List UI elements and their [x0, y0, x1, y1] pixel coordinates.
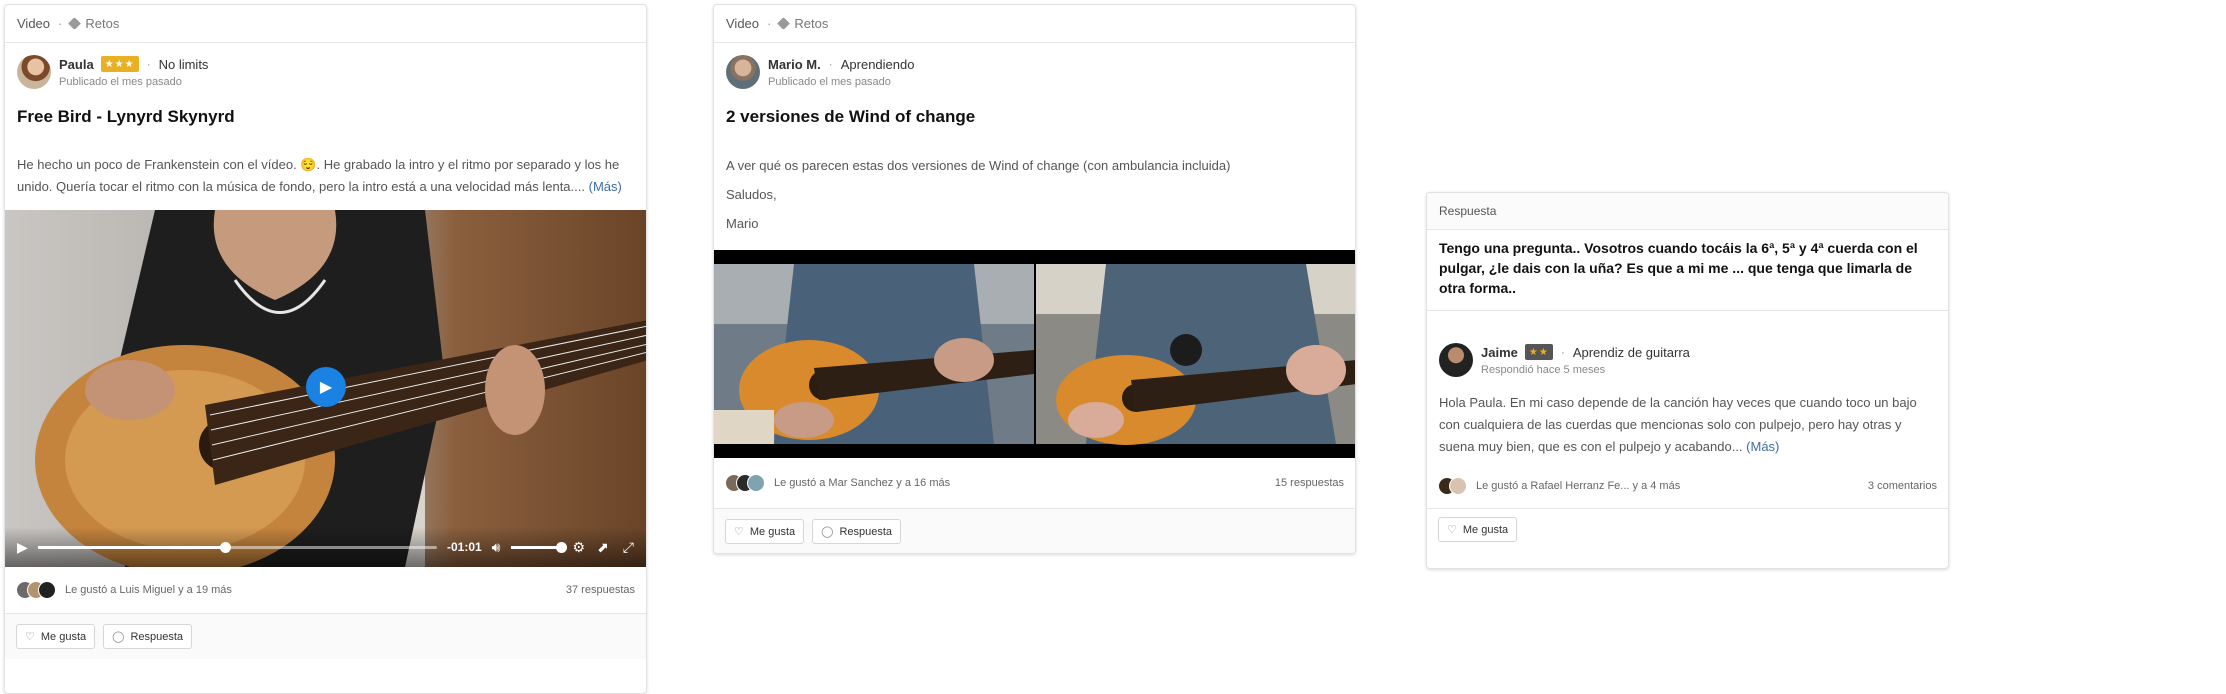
likers[interactable]: Le gustó a Rafael Herranz Fe... y a 4 má…	[1438, 477, 1680, 495]
post-author: Paula ★★★ · No limits Publicado el mes p…	[5, 43, 646, 95]
external-link-icon[interactable]: ⬈	[597, 539, 609, 556]
reply-body: Hola Paula. En mi caso depende de la can…	[1427, 392, 1948, 458]
breadcrumb: Video · Retos	[5, 5, 646, 43]
play-icon[interactable]: ▶	[17, 539, 28, 556]
avatar[interactable]	[17, 55, 51, 89]
liker-avatar	[38, 581, 56, 599]
video-scrubber[interactable]	[37, 541, 437, 553]
breadcrumb: Video · Retos	[714, 5, 1355, 43]
author-name[interactable]: Jaime	[1481, 345, 1518, 360]
breadcrumb-tag[interactable]: Retos	[794, 16, 828, 31]
post-card-paula: Video · Retos Paula ★★★ · No limits Publ…	[4, 4, 647, 694]
heart-icon: ♡	[1447, 524, 1457, 536]
post-stats: Le gustó a Luis Miguel y a 19 más 37 res…	[5, 567, 646, 613]
post-author: Mario M. · Aprendiendo Publicado el mes …	[714, 43, 1355, 95]
post-body-line: A ver qué os parecen estas dos versiones…	[726, 158, 1231, 173]
breadcrumb-section[interactable]: Video	[17, 16, 50, 31]
time-remaining: -01:01	[446, 540, 482, 554]
reply-actions: ♡ Me gusta	[1427, 508, 1948, 550]
likers[interactable]: Le gustó a Mar Sanchez y a 16 más	[725, 474, 950, 492]
post-body-line: Saludos,	[726, 187, 777, 202]
post-actions: ♡ Me gusta ◯ Respuesta	[5, 613, 646, 659]
separator-dot: ·	[146, 57, 151, 71]
likes-text[interactable]: Le gustó a Rafael Herranz Fe... y a 4 má…	[1476, 480, 1680, 492]
like-button-label: Me gusta	[40, 630, 87, 643]
reply-stats: Le gustó a Rafael Herranz Fe... y a 4 má…	[1427, 464, 1948, 508]
post-body: He hecho un poco de Frankenstein con el …	[5, 154, 646, 198]
separator-dot: ·	[1560, 345, 1565, 359]
avatar[interactable]	[726, 55, 760, 89]
comment-icon: ◯	[821, 526, 834, 538]
post-body-text: He hecho un poco de Frankenstein con el …	[17, 157, 620, 194]
replies-count[interactable]: 37 respuestas	[566, 584, 635, 596]
reply-body-text: Hola Paula. En mi caso depende de la can…	[1439, 395, 1917, 454]
more-link[interactable]: (Más)	[589, 179, 622, 194]
comments-count[interactable]: 3 comentarios	[1868, 480, 1937, 492]
likes-text[interactable]: Le gustó a Luis Miguel y a 19 más	[65, 584, 232, 596]
volume-icon[interactable]: 🔊︎	[492, 539, 501, 556]
question-text[interactable]: Tengo una pregunta.. Vosotros cuando toc…	[1427, 230, 1948, 311]
reply-button-label: Respuesta	[839, 525, 893, 538]
volume-slider[interactable]	[510, 541, 567, 553]
reply-button[interactable]: ◯ Respuesta	[812, 519, 902, 544]
likes-text[interactable]: Le gustó a Mar Sanchez y a 16 más	[774, 477, 950, 489]
separator-dot: ·	[828, 57, 833, 71]
video-player[interactable]	[714, 250, 1355, 458]
reply-author: Jaime ★★ · Aprendiz de guitarra Respondi…	[1427, 311, 1948, 383]
avatar[interactable]	[1439, 343, 1473, 377]
author-name[interactable]: Paula	[59, 57, 94, 72]
fullscreen-icon[interactable]: ⤢	[623, 539, 634, 556]
liker-avatar	[747, 474, 765, 492]
post-date: Publicado el mes pasado	[768, 76, 891, 88]
author-rank: Aprendiz de guitarra	[1572, 344, 1690, 360]
like-button[interactable]: ♡ Me gusta	[725, 519, 805, 544]
author-rank: No limits	[158, 56, 209, 72]
like-button[interactable]: ♡ Me gusta	[16, 624, 96, 649]
breadcrumb-tag[interactable]: Retos	[85, 16, 119, 31]
video-player[interactable]: ▶ ▶ -01:01 🔊︎ ⚙︎ ⬈ ⤢	[5, 210, 646, 567]
post-date: Publicado el mes pasado	[59, 76, 182, 88]
liker-avatar	[1449, 477, 1467, 495]
tag-icon	[777, 17, 791, 30]
like-button[interactable]: ♡ Me gusta	[1438, 517, 1518, 542]
post-title[interactable]: 2 versiones de Wind of change	[714, 95, 1355, 127]
volume-handle[interactable]	[555, 541, 567, 553]
scrubber-handle[interactable]	[220, 541, 232, 553]
author-name[interactable]: Mario M.	[768, 57, 821, 72]
post-title[interactable]: Free Bird - Lynyrd Skynyrd	[5, 95, 646, 127]
heart-icon: ♡	[734, 526, 744, 538]
level-badge: ★★★	[100, 56, 139, 72]
post-body-line: Mario	[726, 216, 759, 231]
post-stats: Le gustó a Mar Sanchez y a 16 más 15 res…	[714, 458, 1355, 508]
play-icon[interactable]: ▶	[306, 367, 346, 407]
reply-date: Respondió hace 5 meses	[1481, 364, 1606, 376]
replies-count[interactable]: 15 respuestas	[1275, 477, 1344, 489]
video-controls: ▶ -01:01 🔊︎ ⚙︎ ⬈ ⤢	[5, 527, 646, 567]
post-body: A ver qué os parecen estas dos versiones…	[714, 151, 1355, 238]
like-button-label: Me gusta	[749, 525, 796, 538]
author-rank: Aprendiendo	[840, 56, 915, 72]
like-button-label: Me gusta	[1462, 523, 1509, 536]
card-header: Respuesta	[1427, 193, 1948, 230]
scrubber-progress	[37, 545, 226, 549]
post-actions: ♡ Me gusta ◯ Respuesta	[714, 508, 1355, 553]
post-card-mario: Video · Retos Mario M. · Aprendiendo Pub…	[713, 4, 1356, 554]
breadcrumb-separator: ·	[767, 16, 772, 31]
breadcrumb-separator: ·	[58, 16, 63, 31]
settings-gear-icon[interactable]: ⚙︎	[573, 539, 586, 556]
more-link[interactable]: (Más)	[1746, 439, 1779, 454]
level-badge: ★★	[1524, 344, 1553, 360]
comment-icon: ◯	[112, 631, 125, 643]
reply-button-label: Respuesta	[130, 630, 184, 643]
heart-icon: ♡	[25, 631, 35, 643]
tag-icon	[68, 17, 82, 30]
reply-card: Respuesta Tengo una pregunta.. Vosotros …	[1426, 192, 1949, 569]
likers[interactable]: Le gustó a Luis Miguel y a 19 más	[16, 581, 232, 599]
reply-button[interactable]: ◯ Respuesta	[103, 624, 193, 649]
video-thumbnail	[714, 250, 1355, 458]
breadcrumb-section[interactable]: Video	[726, 16, 759, 31]
